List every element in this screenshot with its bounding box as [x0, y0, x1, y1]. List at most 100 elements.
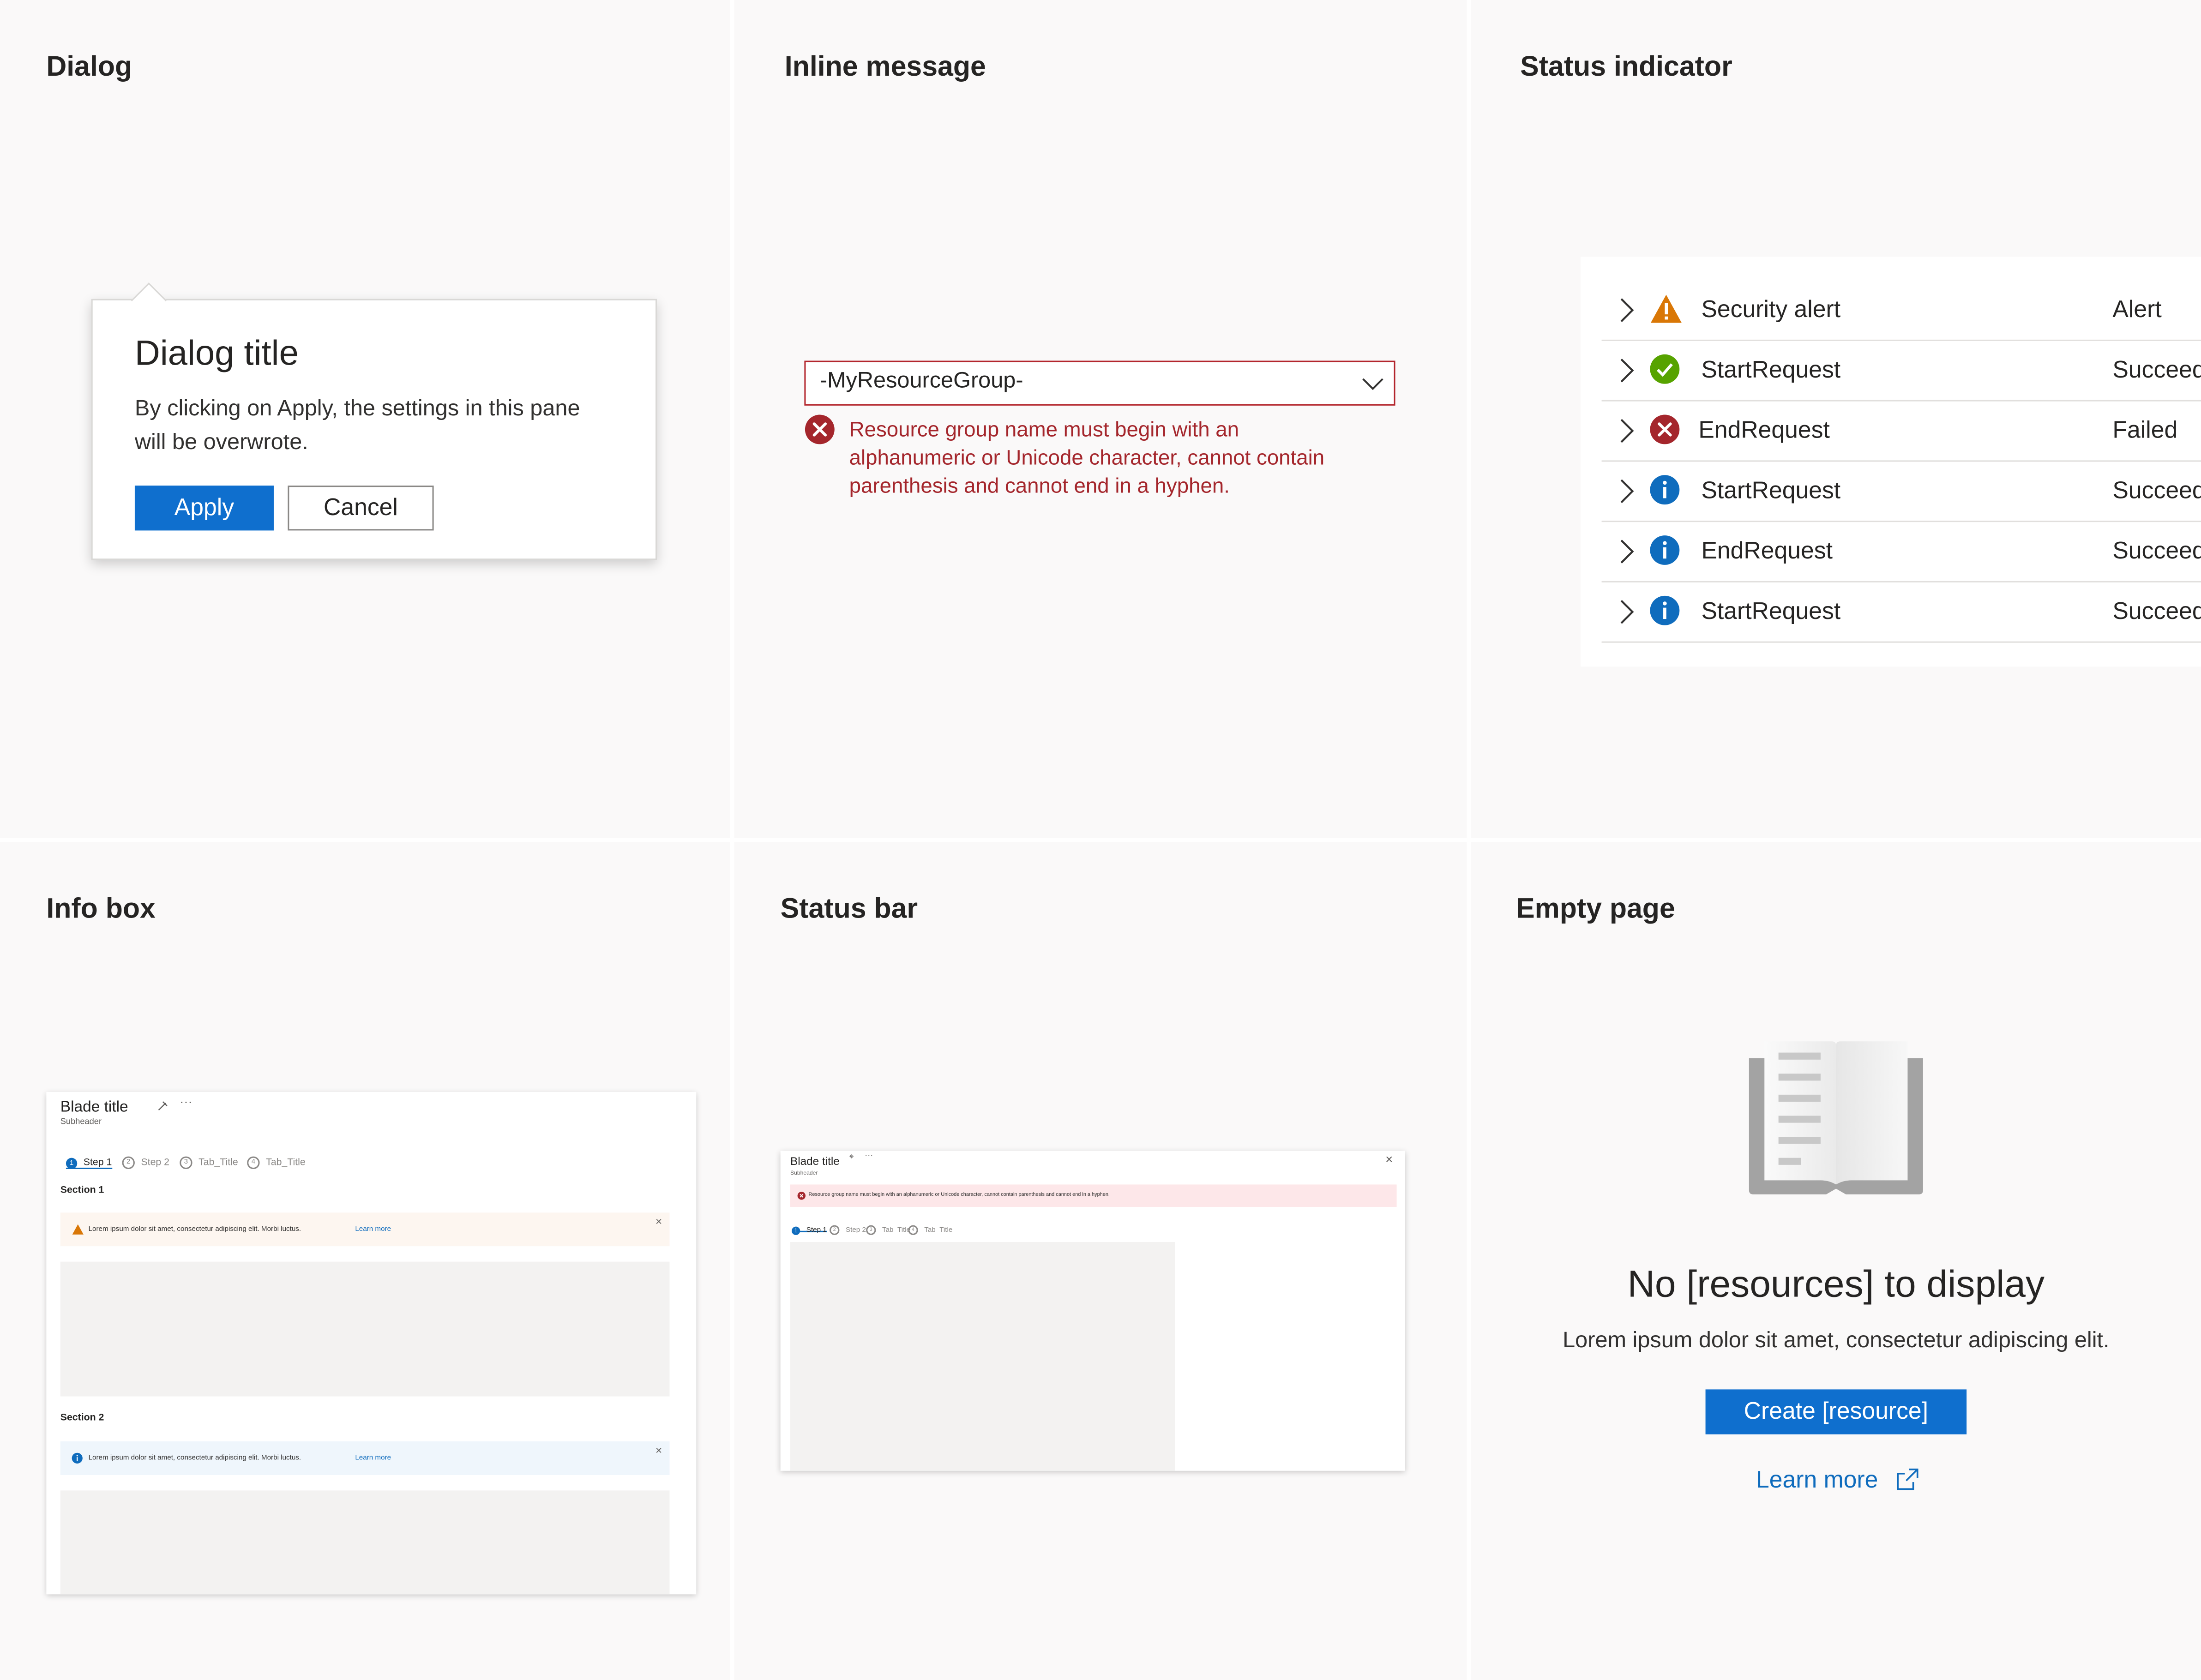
info-icon: [72, 1452, 83, 1464]
tab-step-2[interactable]: 2 Step 2: [830, 1218, 866, 1243]
error-icon: [1650, 414, 1680, 444]
status-state: Succeed: [2112, 537, 2201, 564]
tab-label: Step 1: [83, 1158, 112, 1168]
chevron-right-icon[interactable]: [1618, 296, 1635, 324]
empty-subtitle: Lorem ipsum dolor sit amet, consectetur …: [1563, 1329, 2110, 1353]
content-placeholder: [60, 1261, 670, 1397]
close-icon[interactable]: ×: [655, 1215, 662, 1228]
step-3-icon: 3: [180, 1157, 192, 1170]
status-row[interactable]: EndRequest Failed: [1601, 400, 2201, 462]
chevron-right-icon[interactable]: [1618, 598, 1635, 626]
success-icon: [1650, 354, 1680, 384]
status-row[interactable]: StartRequest Succeed: [1601, 340, 2201, 402]
error-message: Resource group name must begin with an a…: [849, 417, 1324, 501]
external-link-icon: [1896, 1468, 1918, 1490]
chevron-right-icon[interactable]: [1618, 538, 1635, 566]
error-icon: [797, 1192, 806, 1200]
learn-more-link[interactable]: Learn more: [355, 1225, 391, 1234]
empty-page-panel: Empty page: [1471, 842, 2201, 1680]
step-3-icon: 3: [866, 1225, 876, 1236]
panel-title: Dialog: [46, 52, 132, 83]
close-icon[interactable]: ×: [1385, 1152, 1393, 1166]
learn-more-link[interactable]: Learn more: [1756, 1467, 1918, 1495]
status-row[interactable]: EndRequest Succeed: [1601, 521, 2201, 582]
chevron-down-icon: [1362, 378, 1383, 390]
blade-subheader: Subheader: [60, 1118, 102, 1127]
blade-subheader: Subheader: [790, 1169, 818, 1176]
blade-title: Blade title: [60, 1098, 128, 1116]
create-resource-button[interactable]: Create [resource]: [1705, 1389, 1967, 1434]
pin-icon[interactable]: ⌖: [849, 1154, 854, 1164]
panel-title: Inline message: [784, 52, 986, 83]
tab-title-4[interactable]: 4 Tab_Title: [908, 1218, 952, 1243]
tab-step-1[interactable]: 1 Step 1: [66, 1151, 112, 1169]
info-icon: [1650, 475, 1680, 505]
tab-label: Tab_Title: [882, 1226, 911, 1235]
more-icon[interactable]: ···: [180, 1095, 192, 1109]
step-4-icon: 4: [908, 1225, 918, 1236]
tab-label: Step 2: [141, 1158, 170, 1168]
content-placeholder: [60, 1490, 670, 1595]
tab-title-3[interactable]: 3 Tab_Title: [180, 1151, 238, 1176]
status-name: EndRequest: [1698, 417, 1830, 444]
tab-label: Tab_Title: [198, 1158, 238, 1168]
step-4-icon: 4: [247, 1157, 260, 1170]
status-row[interactable]: Security alert Alert: [1601, 279, 2201, 341]
resource-group-select[interactable]: -MyResourceGroup-: [804, 360, 1395, 406]
tab-label: Tab_Title: [924, 1226, 953, 1235]
panel-title: Status indicator: [1520, 52, 1732, 83]
status-name: StartRequest: [1701, 356, 1841, 384]
status-list: Security alert Alert StartRequest Succee…: [1580, 257, 2201, 667]
error-line: parenthesis and cannot end in a hyphen.: [849, 474, 1230, 498]
status-name: EndRequest: [1701, 537, 1833, 564]
dialog: Dialog title By clicking on Apply, the s…: [91, 282, 657, 560]
dialog-title: Dialog title: [134, 334, 299, 373]
step-2-icon: 2: [830, 1225, 840, 1236]
tab-step-2[interactable]: 2 Step 2: [122, 1151, 169, 1176]
more-icon[interactable]: ···: [865, 1152, 873, 1160]
tab-label: Step 1: [806, 1226, 827, 1235]
step-1-icon: 1: [792, 1226, 800, 1235]
chevron-right-icon[interactable]: [1618, 417, 1635, 445]
select-value: -MyResourceGroup-: [819, 369, 1023, 393]
status-row[interactable]: StartRequest Succeed: [1601, 581, 2201, 643]
apply-button[interactable]: Apply: [134, 486, 274, 531]
empty-title: No [resources] to display: [1627, 1263, 2045, 1305]
close-icon[interactable]: ×: [655, 1444, 662, 1457]
panel-title: Info box: [46, 894, 156, 925]
info-infobox: Lorem ipsum dolor sit amet, consectetur …: [60, 1441, 670, 1475]
step-1-icon: 1: [66, 1157, 78, 1169]
learn-more-label: Learn more: [1756, 1466, 1878, 1494]
tab-title-3[interactable]: 3 Tab_Title: [866, 1218, 910, 1243]
content-placeholder: [790, 1242, 1175, 1471]
info-icon: [1650, 595, 1680, 625]
warning-icon: [72, 1224, 84, 1235]
status-bar-error: Resource group name must begin with an a…: [790, 1184, 1397, 1207]
info-text: Lorem ipsum dolor sit amet, consectetur …: [88, 1454, 301, 1463]
status-state: Succeed: [2112, 356, 2201, 384]
tab-title-4[interactable]: 4 Tab_Title: [247, 1151, 306, 1176]
info-blade: Blade title ··· Subheader 1 Step 1 2 Ste…: [46, 1092, 697, 1595]
status-state: Failed: [2112, 417, 2178, 444]
status-row[interactable]: StartRequest Succeed: [1601, 460, 2201, 522]
status-bar-text: Resource group name must begin with an a…: [808, 1191, 1110, 1197]
status-name: Security alert: [1701, 296, 1841, 323]
cancel-button[interactable]: Cancel: [288, 486, 434, 531]
panel-title: Status bar: [780, 894, 918, 925]
chevron-right-icon[interactable]: [1618, 356, 1635, 384]
status-state: Succeed: [2112, 598, 2201, 625]
status-blade: Blade title ⌖ ··· Subheader × Resource g…: [780, 1151, 1405, 1471]
dialog-body: By clicking on Apply, the settings in th…: [134, 397, 580, 455]
pin-icon[interactable]: [157, 1100, 168, 1111]
status-state: Succeed: [2112, 477, 2201, 504]
panel-title: Empty page: [1516, 894, 1675, 925]
open-book-icon: [1749, 1041, 1923, 1194]
warning-infobox: Lorem ipsum dolor sit amet, consectetur …: [60, 1212, 670, 1247]
dialog-beak: [131, 282, 167, 318]
learn-more-link[interactable]: Learn more: [355, 1454, 391, 1462]
chevron-right-icon[interactable]: [1618, 477, 1635, 505]
tab-step-1[interactable]: 1 Step 1: [792, 1218, 827, 1235]
tab-label: Step 2: [845, 1226, 866, 1235]
tab-label: Tab_Title: [266, 1158, 306, 1168]
status-name: StartRequest: [1701, 477, 1841, 504]
